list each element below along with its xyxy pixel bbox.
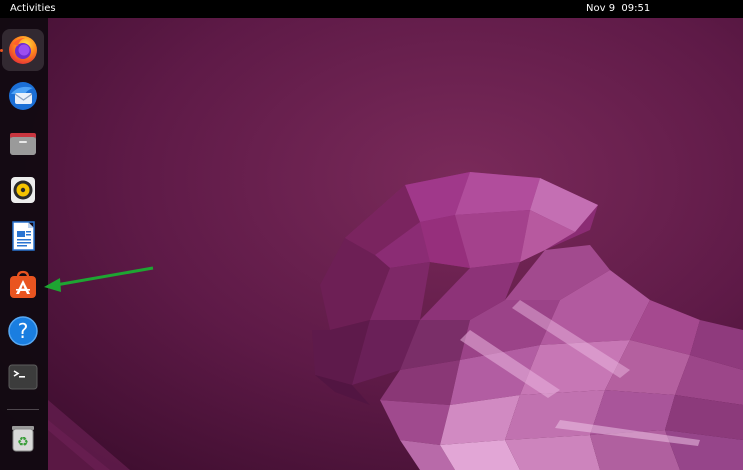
dock-item-terminal[interactable]: [2, 356, 44, 398]
dock: ? ♻: [0, 18, 48, 470]
desktop: Activities Nov 9 09:51 ? ♻: [0, 0, 743, 470]
clock-date: Nov 9: [586, 3, 616, 14]
dock-item-files[interactable]: [2, 122, 44, 164]
files-icon: [10, 133, 36, 155]
trash-icon: ♻: [12, 426, 34, 452]
terminal-icon: [8, 364, 38, 390]
clock-time: 09:51: [621, 3, 651, 14]
svg-text:♻: ♻: [17, 435, 29, 450]
thunderbird-icon: [9, 82, 37, 110]
top-bar: Activities Nov 9 09:51: [0, 0, 743, 18]
clock[interactable]: Nov 9 09:51: [586, 0, 650, 18]
libreoffice-writer-icon: [12, 221, 35, 251]
dock-item-libreoffice-writer[interactable]: [2, 215, 44, 257]
help-icon: ?: [8, 316, 38, 346]
dock-item-thunderbird[interactable]: [2, 75, 44, 117]
dock-item-ubuntu-software[interactable]: [2, 263, 44, 305]
rhythmbox-icon: [11, 177, 35, 203]
wallpaper: [0, 0, 743, 470]
dock-item-help[interactable]: ?: [2, 310, 44, 352]
ubuntu-software-icon: [10, 270, 36, 298]
dock-item-rhythmbox[interactable]: [2, 169, 44, 211]
firefox-icon: [9, 36, 37, 64]
activities-button[interactable]: Activities: [8, 0, 58, 18]
svg-text:?: ?: [18, 319, 29, 343]
running-indicator: [0, 49, 3, 52]
dock-item-trash[interactable]: ♻: [2, 417, 44, 459]
dock-item-firefox[interactable]: [2, 29, 44, 71]
dock-separator: [7, 409, 39, 410]
